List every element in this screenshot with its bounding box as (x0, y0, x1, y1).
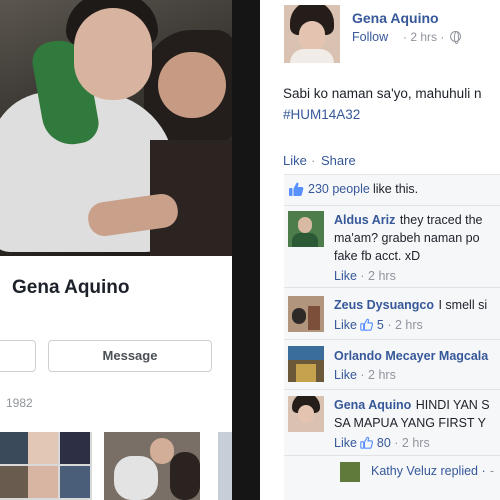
comment-text: they traced the (399, 213, 483, 227)
comment-text: I smell si (438, 298, 488, 312)
comment-like-link[interactable]: Like (334, 269, 357, 283)
cover-photo-face-2 (158, 52, 226, 118)
post-panel: Gena Aquino Follow · 2 hrs · Sabi ko nam… (260, 0, 500, 500)
likes-count-suffix: like this. (373, 182, 419, 196)
photo-thumbnail-couple[interactable] (104, 432, 200, 500)
comment-like-link[interactable]: Like (334, 436, 357, 450)
globe-icon (450, 31, 461, 44)
commenter-avatar[interactable] (288, 211, 324, 247)
commenter-name[interactable]: Aldus Ariz (334, 213, 395, 227)
commenter-name[interactable]: Orlando Mecayer Magcala (334, 349, 488, 363)
photo-thumbnail-collage[interactable] (0, 432, 92, 500)
comment-like-link[interactable]: Like (334, 368, 357, 382)
view-replies-link[interactable]: Kathy Veluz replied · (371, 464, 486, 478)
comment-text-line-3: fake fb acct. xD (334, 249, 421, 263)
profile-action-button[interactable] (0, 340, 36, 372)
commenter-avatar[interactable] (288, 396, 324, 432)
commenter-avatar[interactable] (288, 296, 324, 332)
birth-year: 1982 (6, 396, 33, 410)
cover-photo[interactable] (0, 0, 232, 256)
commenter-name[interactable]: Gena Aquino (334, 398, 411, 412)
cover-photo-face-1 (74, 8, 152, 100)
reply-avatar[interactable] (340, 462, 360, 482)
comment-like-count[interactable]: 80 (377, 436, 391, 450)
action-separator: · (311, 153, 316, 168)
photo-thumbnails (0, 432, 232, 500)
profile-name[interactable]: Gena Aquino (12, 277, 130, 299)
comment-item: Aldus Ariz they traced the ma'am? grabeh… (284, 205, 500, 287)
post-timestamp[interactable]: · 2 hrs · (403, 30, 444, 44)
reply-dash: - (490, 464, 495, 478)
thumbs-up-icon (360, 436, 374, 449)
panel-divider (232, 0, 260, 500)
message-button[interactable]: Message (48, 340, 212, 372)
comment-item: Zeus Dysuangco I smell si Like 5 · 2 hrs (284, 287, 500, 339)
comment-like-count[interactable]: 5 (377, 318, 384, 332)
comment-time[interactable]: · 2 hrs (360, 269, 395, 283)
likes-count-link[interactable]: 230 people (308, 182, 370, 196)
comment-time[interactable]: · 2 hrs (387, 318, 422, 332)
commenter-name[interactable]: Zeus Dysuangco (334, 298, 434, 312)
thumbs-up-icon (360, 318, 374, 331)
like-button[interactable]: Like (283, 153, 307, 168)
post-text: Sabi ko naman sa'yo, mahuhuli n (283, 86, 482, 101)
post-hashtag[interactable]: #HUM14A32 (283, 107, 360, 122)
follow-link[interactable]: Follow (352, 30, 388, 44)
post-author-name[interactable]: Gena Aquino (352, 10, 439, 26)
author-avatar[interactable] (284, 5, 340, 63)
mobile-profile-panel: Gena Aquino Message 1982 (0, 0, 232, 500)
thumbs-up-icon (289, 182, 304, 196)
comment-like-link[interactable]: Like (334, 318, 357, 332)
comment-text-line-2: SA MAPUA YANG FIRST Y (334, 416, 486, 430)
comment-item: Orlando Mecayer Magcala Like · 2 hrs (284, 339, 500, 389)
comment-item: Gena Aquino HINDI YAN S SA MAPUA YANG FI… (284, 389, 500, 455)
comment-text: HINDI YAN S (415, 398, 490, 412)
share-button[interactable]: Share (321, 153, 356, 168)
replies-row: Kathy Veluz replied · - (284, 455, 500, 485)
comment-time[interactable]: · 2 hrs (360, 368, 395, 382)
feedback-section: 230 people like this. Aldus Ariz they tr… (284, 174, 500, 500)
comment-time[interactable]: · 2 hrs (394, 436, 429, 450)
photo-thumbnail-more[interactable] (218, 432, 232, 500)
commenter-avatar[interactable] (288, 346, 324, 382)
comment-text-line-2: ma'am? grabeh naman po (334, 231, 480, 245)
